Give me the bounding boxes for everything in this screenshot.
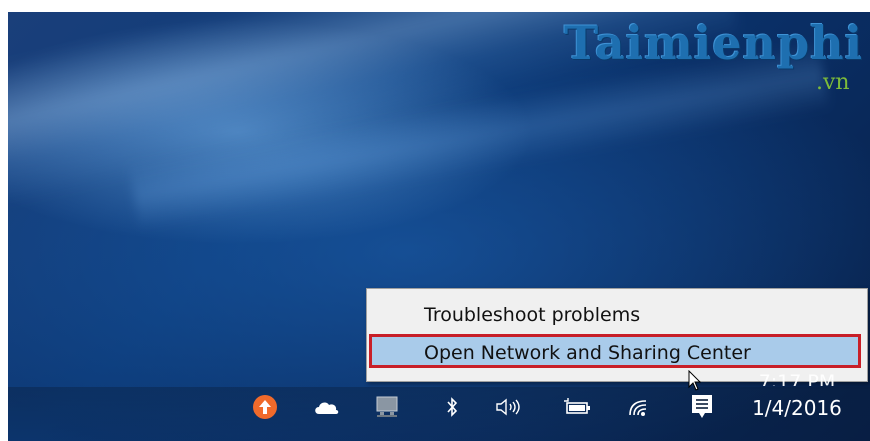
network-computer-icon[interactable] [372, 392, 402, 422]
network-context-menu: Troubleshoot problems Open Network and S… [366, 288, 868, 382]
watermark-brand: Taimienphi [564, 16, 864, 70]
menu-item-troubleshoot-problems[interactable]: Troubleshoot problems [367, 299, 867, 331]
bluetooth-icon[interactable] [437, 392, 467, 422]
battery-icon[interactable] [562, 392, 592, 422]
onedrive-cloud-icon[interactable] [311, 392, 341, 422]
wifi-icon[interactable] [624, 392, 654, 422]
mouse-cursor-icon [688, 370, 702, 391]
clock-date: 1/4/2016 [752, 396, 842, 420]
clock-time: 7:17 PM [758, 372, 836, 386]
taskbar-clock[interactable]: 7:17 PM 1/4/2016 [742, 372, 852, 422]
watermark-suffix: .vn [816, 70, 850, 95]
menu-item-open-network-sharing-center[interactable]: Open Network and Sharing Center [369, 334, 861, 368]
update-arrow-icon[interactable] [250, 392, 280, 422]
action-center-icon[interactable] [687, 392, 717, 422]
volume-icon[interactable] [494, 392, 524, 422]
